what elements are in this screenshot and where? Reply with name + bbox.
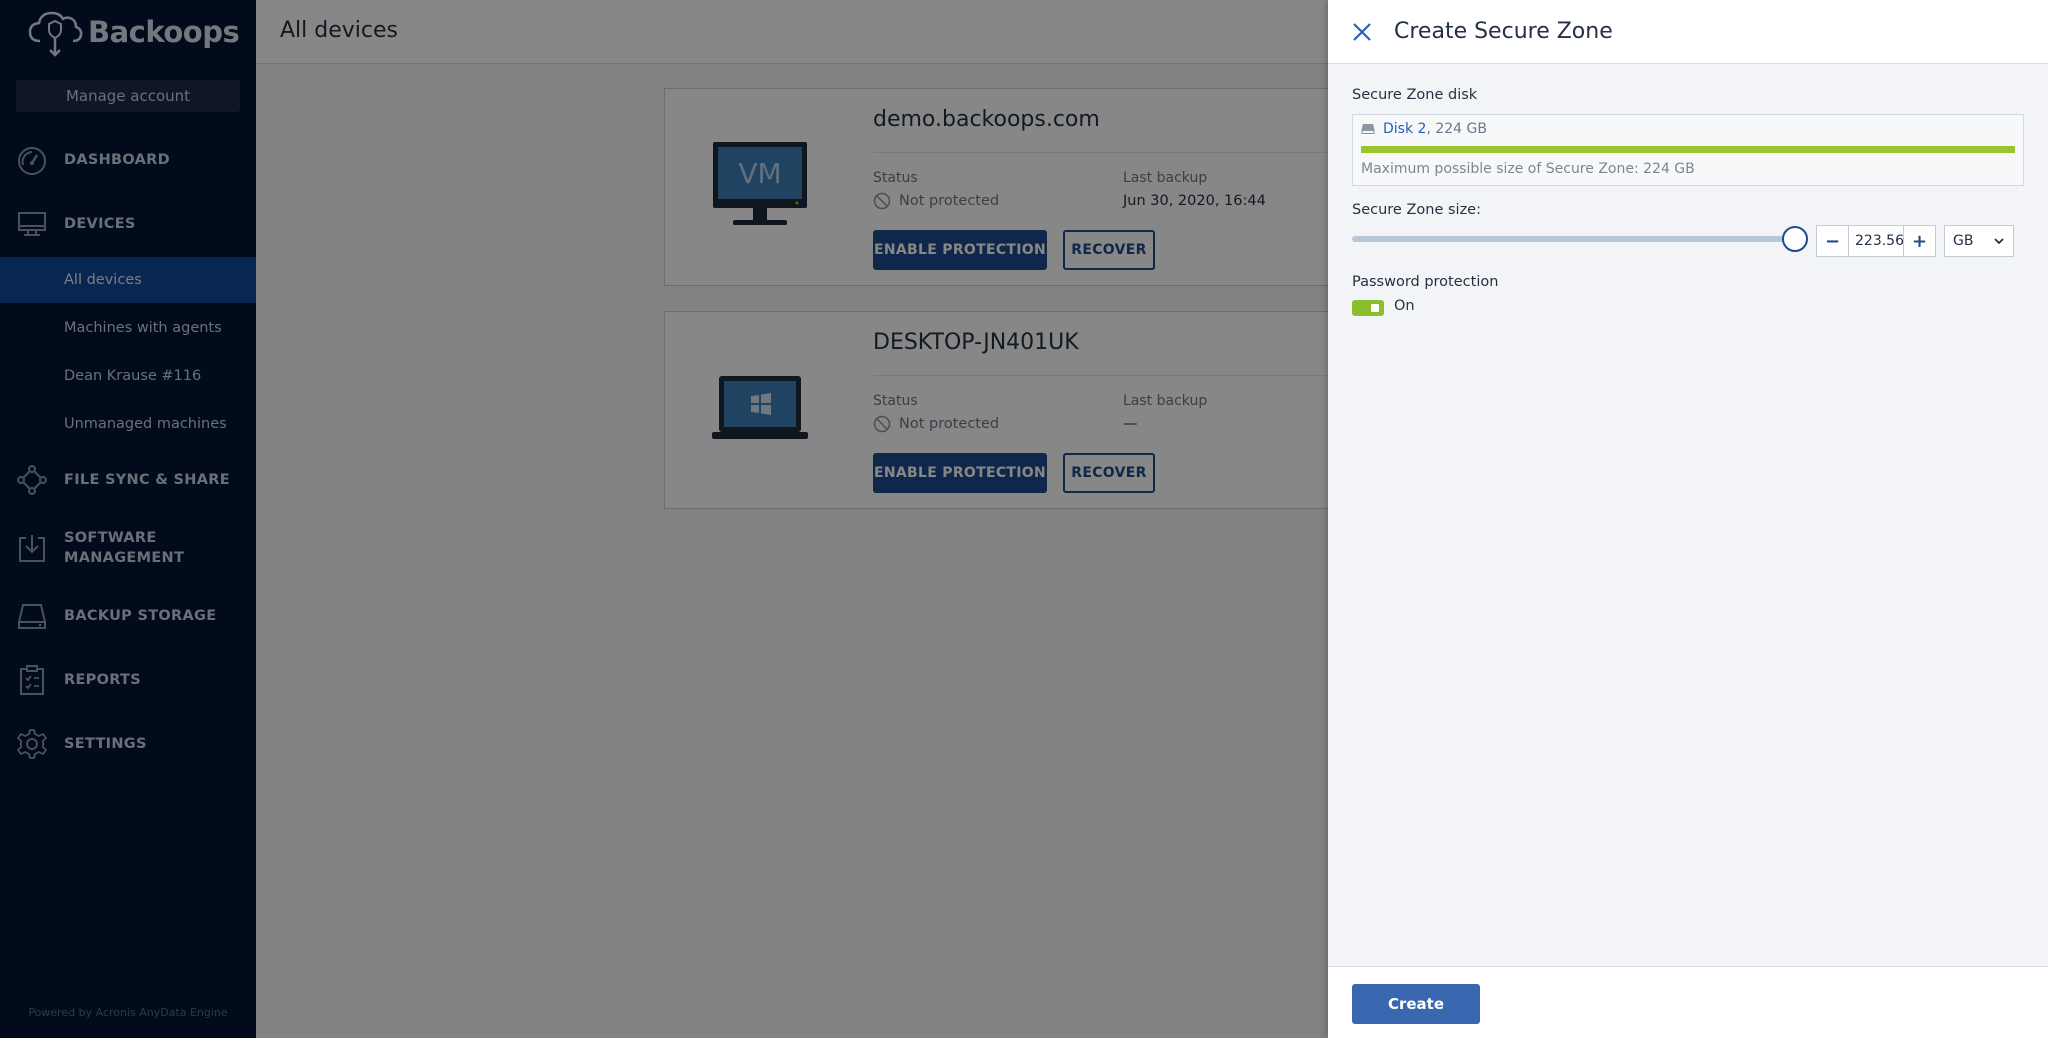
decrement-button[interactable]: − (1817, 226, 1848, 256)
create-secure-zone-panel: Create Secure Zone Secure Zone disk Disk… (1328, 0, 2048, 1038)
password-protection-toggle[interactable] (1352, 300, 1384, 316)
close-icon[interactable] (1348, 18, 1376, 46)
hard-drive-icon (1361, 124, 1375, 134)
size-slider-handle[interactable] (1781, 226, 1808, 252)
toggle-state-label: On (1394, 298, 1415, 314)
unit-value: GB (1953, 233, 1974, 249)
disk-usage-bar (1361, 146, 2015, 153)
unit-dropdown[interactable]: GB (1944, 225, 2014, 257)
chevron-down-icon (1994, 238, 2004, 245)
password-protection-label: Password protection (1352, 274, 1499, 290)
increment-button[interactable]: + (1904, 226, 1935, 256)
size-stepper: − 223.56 + (1816, 225, 1936, 257)
panel-header: Create Secure Zone (1328, 0, 2048, 64)
size-input[interactable]: 223.56 (1848, 226, 1904, 256)
disk-name[interactable]: Disk 2 (1383, 121, 1426, 137)
toggle-knob (1371, 304, 1379, 312)
disk-line: Disk 2, 224 GB (1361, 121, 1487, 137)
panel-title: Create Secure Zone (1394, 19, 1613, 44)
size-slider-track[interactable] (1352, 236, 1794, 242)
disk-usage-fill (1361, 146, 2015, 153)
disk-selector[interactable]: Disk 2, 224 GB Maximum possible size of … (1352, 114, 2024, 186)
max-size-text: Maximum possible size of Secure Zone: 22… (1361, 161, 1695, 177)
panel-footer: Create (1328, 966, 2048, 1038)
create-button[interactable]: Create (1352, 984, 1480, 1024)
secure-zone-size-label: Secure Zone size: (1352, 202, 1481, 218)
modal-backdrop[interactable] (0, 0, 1328, 1038)
disk-size: , 224 GB (1426, 121, 1487, 137)
secure-zone-disk-label: Secure Zone disk (1352, 87, 1478, 103)
